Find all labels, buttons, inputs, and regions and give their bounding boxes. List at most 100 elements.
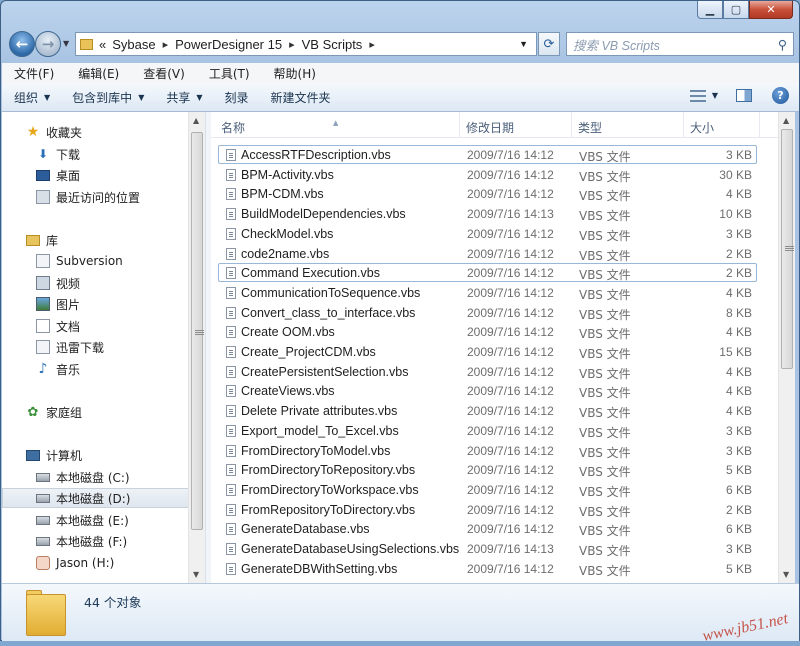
file-size: 2 KB xyxy=(725,266,752,281)
minimize-button[interactable]: ▁ xyxy=(697,1,723,19)
chevron-down-icon[interactable]: ▼ xyxy=(712,91,718,100)
address-dropdown-icon[interactable]: ▼ xyxy=(519,39,528,49)
column-divider[interactable] xyxy=(459,112,460,138)
file-row[interactable]: Command Execution.vbs 2009/7/16 14:12 VBS … xyxy=(218,263,757,283)
address-bar[interactable]: « Sybase ▸ PowerDesigner 15 ▸ VB Scripts… xyxy=(75,32,537,56)
include-in-library-button[interactable]: 包含到库中 ▼ xyxy=(72,89,144,106)
nav-homegroup[interactable]: ✿ 家庭组 xyxy=(2,402,189,422)
file-row[interactable]: FromDirectoryToWorkspace.vbs 2009/7/16 14… xyxy=(218,480,757,499)
scroll-up-icon[interactable]: ▲ xyxy=(193,116,199,125)
scroll-down-icon[interactable]: ▼ xyxy=(193,570,199,579)
recent-pages-dropdown[interactable]: ▼ xyxy=(63,39,69,48)
close-button[interactable]: ✕ xyxy=(749,1,793,19)
file-date: 2009/7/16 14:12 xyxy=(467,364,554,379)
file-row[interactable]: CreatePersistentSelection.vbs 2009/7/16 1… xyxy=(218,362,757,381)
nav-drive-f[interactable]: 本地磁盘 (F:) xyxy=(2,531,189,551)
vbs-file-icon xyxy=(226,286,236,299)
file-size: 6 KB xyxy=(725,482,752,497)
file-type: VBS 文件 xyxy=(579,268,631,283)
file-row[interactable]: GenerateDBWithSetting.vbs 2009/7/16 14:12… xyxy=(218,559,757,578)
maximize-button[interactable]: ▢ xyxy=(723,1,749,19)
file-name: CreatePersistentSelection.vbs xyxy=(241,364,409,379)
file-row[interactable]: Delete Private attributes.vbs 2009/7/16 1… xyxy=(218,401,757,420)
view-options-icon[interactable] xyxy=(689,89,706,102)
nav-downloads[interactable]: ⬇ 下载 xyxy=(2,144,189,164)
file-row[interactable]: Create_ProjectCDM.vbs 2009/7/16 14:12 VBS … xyxy=(218,342,757,361)
column-type[interactable]: 类型 xyxy=(578,119,602,136)
nav-computer[interactable]: 计算机 xyxy=(2,445,189,465)
breadcrumb-separator-icon[interactable]: ▸ xyxy=(369,38,375,51)
nav-xunlei[interactable]: 迅雷下载 xyxy=(2,337,189,357)
nav-scrollbar[interactable]: ▲ ▼ xyxy=(188,112,205,583)
file-size: 5 KB xyxy=(725,463,752,478)
menu-view[interactable]: 查看(V) xyxy=(139,64,189,83)
column-divider[interactable] xyxy=(759,112,760,138)
search-box[interactable]: 搜索 VB Scripts ⚲ xyxy=(566,32,794,56)
file-row[interactable]: AccessRTFDescription.vbs 2009/7/16 14:12 V… xyxy=(218,145,757,164)
breadcrumb-sybase[interactable]: Sybase xyxy=(112,37,155,52)
help-icon[interactable]: ? xyxy=(772,87,789,104)
file-type: VBS 文件 xyxy=(579,386,631,401)
file-row[interactable]: BPM-Activity.vbs 2009/7/16 14:12 VBS 文件 30 … xyxy=(218,165,757,184)
file-date: 2009/7/16 14:12 xyxy=(467,463,554,478)
nav-music[interactable]: ♪ 音乐 xyxy=(2,359,189,379)
file-row[interactable]: BuildModelDependencies.vbs 2009/7/16 14:1… xyxy=(218,204,757,223)
burn-button[interactable]: 刻录 xyxy=(225,89,249,106)
nav-library[interactable]: 库 xyxy=(2,230,189,250)
file-row[interactable]: FromDirectoryToRepository.vbs 2009/7/16 1… xyxy=(218,460,757,479)
nav-scroll-thumb[interactable] xyxy=(191,132,204,530)
file-row[interactable]: code2name.vbs 2009/7/16 14:12 VBS 文件 2 KB xyxy=(218,244,757,263)
file-row[interactable]: CreateViews.vbs 2009/7/16 14:12 VBS 文件 4 KB xyxy=(218,381,757,400)
forward-button[interactable]: → xyxy=(35,31,61,57)
scroll-down-icon[interactable]: ▼ xyxy=(783,570,789,579)
nav-video[interactable]: 视频 xyxy=(2,273,189,293)
column-divider[interactable] xyxy=(571,112,572,138)
refresh-button[interactable]: ⟳ xyxy=(538,32,560,56)
file-row[interactable]: GenerateDatabase.vbs 2009/7/16 14:12 VBS 文… xyxy=(218,519,757,538)
nav-pictures[interactable]: 图片 xyxy=(2,294,189,314)
nav-drive-e[interactable]: 本地磁盘 (E:) xyxy=(2,510,189,530)
file-row[interactable]: FromDirectoryToModel.vbs 2009/7/16 14:12 V… xyxy=(218,441,757,460)
scroll-up-icon[interactable]: ▲ xyxy=(783,116,789,125)
explorer-window: ▁ ▢ ✕ ← → ▼ « Sybase ▸ PowerDesigner 15 … xyxy=(0,0,800,645)
organize-button[interactable]: 组织 ▼ xyxy=(14,89,50,106)
file-row[interactable]: CheckModel.vbs 2009/7/16 14:12 VBS 文件 3 KB xyxy=(218,224,757,243)
nav-drive-c[interactable]: 本地磁盘 (C:) xyxy=(2,467,189,487)
nav-drive-d[interactable]: 本地磁盘 (D:) xyxy=(2,488,189,508)
file-row[interactable]: Convert_class_to_interface.vbs 2009/7/16 … xyxy=(218,303,757,322)
file-list-scrollbar[interactable]: ▲ ▼ xyxy=(778,112,795,583)
file-row[interactable]: BPM-CDM.vbs 2009/7/16 14:12 VBS 文件 4 KB xyxy=(218,184,757,203)
file-row[interactable]: Export_model_To_Excel.vbs 2009/7/16 14:12… xyxy=(218,421,757,440)
column-name[interactable]: 名称 xyxy=(221,119,245,136)
menu-help[interactable]: 帮助(H) xyxy=(270,64,320,83)
file-row[interactable]: CommunicationToSequence.vbs 2009/7/16 14:… xyxy=(218,283,757,302)
file-scroll-thumb[interactable] xyxy=(781,129,794,369)
search-icon[interactable]: ⚲ xyxy=(778,37,787,52)
file-row[interactable]: Create OOM.vbs 2009/7/16 14:12 VBS 文件 4 KB xyxy=(218,322,757,341)
column-divider[interactable] xyxy=(683,112,684,138)
menu-file[interactable]: 文件(F) xyxy=(10,64,58,83)
breadcrumb-separator-icon[interactable]: ▸ xyxy=(289,38,295,51)
file-row[interactable]: FromRepositoryToDirectory.vbs 2009/7/16 1… xyxy=(218,500,757,519)
nav-desktop[interactable]: 桌面 xyxy=(2,165,189,185)
column-size[interactable]: 大小 xyxy=(690,119,714,136)
file-row[interactable]: GenerateDatabaseUsingSelections.vbs 2009/… xyxy=(218,539,757,558)
nav-label: 本地磁盘 (E:) xyxy=(56,513,129,528)
preview-pane-icon[interactable] xyxy=(736,89,752,102)
file-type: VBS 文件 xyxy=(579,524,631,539)
breadcrumb-vbscripts[interactable]: VB Scripts xyxy=(302,37,363,52)
breadcrumb-powerdesigner[interactable]: PowerDesigner 15 xyxy=(175,37,282,52)
menu-tools[interactable]: 工具(T) xyxy=(205,64,254,83)
nav-favorites[interactable]: ★ 收藏夹 xyxy=(2,122,189,142)
column-date[interactable]: 修改日期 xyxy=(466,119,514,136)
share-button[interactable]: 共享 ▼ xyxy=(166,89,202,106)
back-button[interactable]: ← xyxy=(9,31,35,57)
new-folder-button[interactable]: 新建文件夹 xyxy=(271,89,331,106)
menu-edit[interactable]: 编辑(E) xyxy=(74,64,123,83)
address-overflow[interactable]: « xyxy=(99,37,106,52)
nav-documents[interactable]: 文档 xyxy=(2,316,189,336)
nav-recent[interactable]: 最近访问的位置 xyxy=(2,187,189,207)
nav-jason[interactable]: Jason (H:) xyxy=(2,553,189,573)
nav-subversion[interactable]: Subversion xyxy=(2,251,189,271)
breadcrumb-separator-icon[interactable]: ▸ xyxy=(163,38,169,51)
